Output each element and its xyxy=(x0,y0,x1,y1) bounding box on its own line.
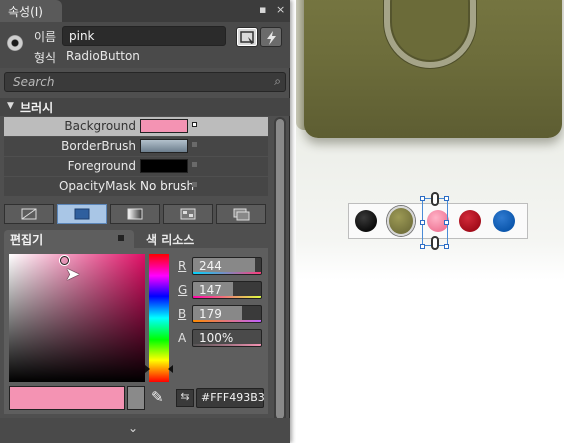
pin-icon[interactable] xyxy=(118,235,124,241)
advanced-options-marker[interactable] xyxy=(192,182,197,187)
channel-gradient xyxy=(193,344,261,346)
brush-row-foreground[interactable]: Foreground xyxy=(4,157,268,176)
brush-swatch[interactable] xyxy=(140,159,188,173)
panel-tab-bar: 속성(I) ▪ × xyxy=(0,0,290,22)
brush-name: OpacityMask xyxy=(58,179,136,193)
eyedropper-icon[interactable]: ✎ xyxy=(151,388,164,406)
tab-properties[interactable]: 속성(I) xyxy=(0,0,62,22)
pin-icon[interactable]: ▪ xyxy=(259,3,266,16)
no-brush-tab[interactable] xyxy=(4,204,54,224)
brush-value: No brush xyxy=(140,179,195,193)
blue-field[interactable]: 179 xyxy=(192,305,262,323)
alpha-field[interactable]: 100% xyxy=(192,329,262,347)
color-radio-red[interactable] xyxy=(459,210,481,232)
device-body[interactable] xyxy=(304,0,562,138)
gradient-brush-icon xyxy=(127,208,143,220)
hue-slider-marker[interactable] xyxy=(145,365,173,373)
red-field[interactable]: 244 xyxy=(192,257,262,275)
brush-swatch[interactable] xyxy=(140,119,188,133)
green-value: 147 xyxy=(199,283,222,297)
device-display-ring xyxy=(384,0,476,68)
search-icon: ⌕ xyxy=(274,74,281,88)
radio-button-icon xyxy=(7,35,23,51)
brush-name: BorderBrush xyxy=(61,139,136,153)
type-value: RadioButton xyxy=(66,49,140,63)
brush-name: Foreground xyxy=(67,159,136,173)
color-editor: ➤ ✎ R 244 G 147 B 179 A 100% ⇆ #FFF493B3 xyxy=(4,248,268,414)
collapse-triangle-icon[interactable]: ▼ xyxy=(7,101,14,111)
gradient-tab[interactable] xyxy=(110,204,160,224)
channel-gradient xyxy=(193,320,261,322)
hue-slider[interactable] xyxy=(149,254,169,382)
name-input[interactable] xyxy=(62,26,226,46)
design-artboard[interactable] xyxy=(296,0,564,443)
name-label: 이름 xyxy=(34,30,57,44)
solid-brush-icon xyxy=(74,208,90,220)
channel-gradient xyxy=(193,272,261,274)
tile-brush-icon xyxy=(180,208,196,220)
swap-color-format-icon[interactable]: ⇆ xyxy=(176,389,194,407)
alpha-value: 100% xyxy=(199,331,234,345)
resize-handle[interactable] xyxy=(420,196,425,201)
mouse-pointer-icon: ➤ xyxy=(65,264,81,285)
search-placeholder: Search xyxy=(13,75,55,89)
channel-gradient xyxy=(193,296,261,298)
red-value: 244 xyxy=(199,259,222,273)
brush-section-title: 브러시 xyxy=(20,101,54,115)
panel-scrollbar[interactable] xyxy=(274,117,286,423)
brush-row-borderbrush[interactable]: BorderBrush xyxy=(4,137,268,156)
resource-brush-tab[interactable] xyxy=(216,204,266,224)
no-brush-icon xyxy=(21,208,37,220)
close-icon[interactable]: × xyxy=(276,3,285,16)
brush-swatch[interactable] xyxy=(140,139,188,153)
color-radio-black[interactable] xyxy=(355,210,377,232)
blue-value: 179 xyxy=(199,307,222,321)
resize-handle[interactable] xyxy=(420,244,425,249)
type-label: 형식 xyxy=(34,51,57,65)
properties-view-button[interactable] xyxy=(236,27,258,47)
hex-color-input[interactable]: #FFF493B3 xyxy=(196,388,265,408)
resize-handle[interactable] xyxy=(420,220,425,225)
blue-label: B xyxy=(178,307,187,321)
brush-row-background[interactable]: Background xyxy=(4,117,268,136)
alpha-label: A xyxy=(178,331,187,345)
brush-type-tabs xyxy=(4,204,268,224)
solid-color-tab[interactable] xyxy=(57,204,107,224)
editor-tabs: 편집기 색 리소스 xyxy=(4,230,268,248)
advanced-options-marker[interactable] xyxy=(192,122,197,127)
brush-row-opacitymask[interactable]: OpacityMask No brush xyxy=(4,177,268,196)
red-label: R xyxy=(178,259,187,273)
resource-brush-icon xyxy=(233,208,250,221)
properties-panel: 속성(I) ▪ × 이름 형식 RadioButton Search ⌕ ▼ 브… xyxy=(0,0,290,443)
properties-icon xyxy=(240,31,254,44)
advanced-options-marker[interactable] xyxy=(192,162,197,167)
previous-color-swatch xyxy=(127,386,145,410)
advanced-options-marker[interactable] xyxy=(192,142,197,147)
object-identity: 이름 형식 RadioButton xyxy=(0,22,290,68)
lightning-icon xyxy=(267,31,276,45)
green-label: G xyxy=(178,283,188,297)
tab-color-resources[interactable]: 색 리소스 xyxy=(142,230,266,248)
panel-footer: ⌄ xyxy=(0,418,290,443)
resize-handle[interactable] xyxy=(444,244,449,249)
tab-editor-label: 편집기 xyxy=(10,233,44,247)
color-radio-blue[interactable] xyxy=(493,210,515,232)
rotate-handle-top[interactable] xyxy=(431,192,439,206)
tab-editor[interactable]: 편집기 xyxy=(4,230,134,248)
resize-handle[interactable] xyxy=(444,220,449,225)
chevron-down-icon[interactable]: ⌄ xyxy=(128,421,138,435)
color-radio-olive[interactable] xyxy=(387,206,415,236)
tile-brush-tab[interactable] xyxy=(163,204,213,224)
brush-section-header[interactable]: ▼ 브러시 xyxy=(0,98,290,116)
resize-handle[interactable] xyxy=(444,196,449,201)
rotate-handle-bottom[interactable] xyxy=(431,236,439,250)
events-view-button[interactable] xyxy=(260,27,282,47)
selected-color-preview xyxy=(9,386,125,410)
brush-name: Background xyxy=(64,119,136,133)
green-field[interactable]: 147 xyxy=(192,281,262,299)
scrollbar-thumb[interactable] xyxy=(276,119,284,419)
search-input[interactable]: Search ⌕ xyxy=(4,72,286,92)
